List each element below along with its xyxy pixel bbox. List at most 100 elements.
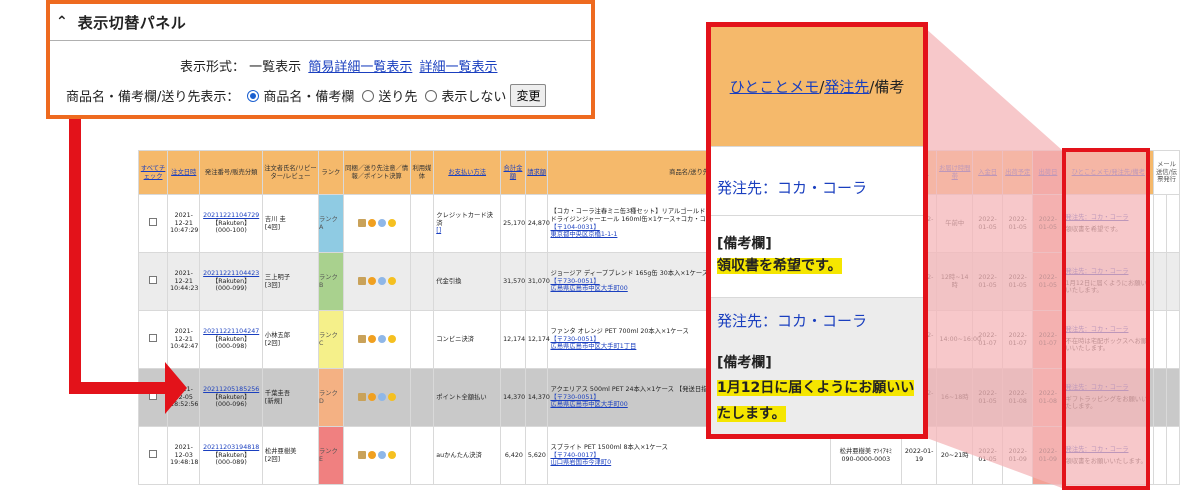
order-number-cell: 20211221104423 【Rakuten】 (000-099) [199,252,263,311]
order-number-link[interactable]: 20211221104729 [202,212,260,220]
info-icon[interactable] [377,335,386,344]
order-channel: 【Rakuten】 [211,335,251,343]
order-table: すべてチェック 注文日時 発注番号/販売分類 注文者氏名/リピーター/レビュー … [137,150,1180,488]
icons-cell [342,426,411,485]
customer-cell: 三上明子 [3回] [261,252,319,311]
table-row: 2021-12-03 19:48:18 20211203194818 【Raku… [137,426,1180,485]
delivery-header[interactable]: お届け時間帯 [936,150,973,195]
package-icon[interactable] [357,219,366,228]
warning-icon[interactable] [367,277,376,286]
option-hide[interactable]: 表示しない [441,86,506,105]
usage-cell [409,252,435,311]
ship-plan-date: 2022-01-08 [1002,368,1034,427]
option-product-note[interactable]: 商品名・備考欄 [263,86,354,105]
order-channel: 【Rakuten】 [211,451,251,459]
extra-info: 松井亜樹美 ﾏﾂｲｱｷﾐ 090-0000-0003 [839,447,893,463]
point-icon[interactable] [387,451,396,460]
zoom-header: ひとことメモ / 発注先/備考 [711,27,923,147]
order-count: [新規] [264,397,283,405]
order-count: [2回] [264,339,281,347]
icons-cell [342,194,411,253]
radio-product-note[interactable] [247,89,260,102]
format-row: 表示形式： 一覧表示 簡易詳細一覧表示 詳細一覧表示 [180,56,497,75]
row-checkbox[interactable] [149,276,158,285]
customer-cell: 小林五郎 [2回] [261,310,319,369]
total-header[interactable]: 合計金額 [500,150,526,195]
payment-method: ポイント全額払い [436,393,487,401]
table-header-row: すべてチェック 注文日時 発注番号/販売分類 注文者氏名/リピーター/レビュー … [137,150,1180,195]
payment-header[interactable]: お支払い方法 [433,150,502,195]
zoom-dest-2[interactable]: 発注先：コカ・コーラ [717,310,917,331]
info-icon[interactable] [377,451,386,460]
zoom-label-1: [備考欄] [717,236,772,252]
order-number-link[interactable]: 20211221104247 [202,328,260,336]
order-date-header[interactable]: 注文日時 [167,150,201,195]
arrival-date: 2022-01-05 [971,194,1004,253]
mail-cell [1153,194,1167,253]
arrival-header[interactable]: 入金日 [971,150,1004,195]
payment-cell: クレジットカード決済 [] [433,194,502,253]
order-number-link[interactable]: 20211205185256 [202,386,260,394]
customer-name: 松井亜樹美 [264,447,297,455]
package-icon[interactable] [357,451,366,460]
zoom-memo-link[interactable]: ひとことメモ [730,76,820,97]
billing-header[interactable]: 請求額 [524,150,549,195]
point-icon[interactable] [387,219,396,228]
ship-header[interactable]: 出荷日 [1032,150,1064,195]
package-icon[interactable] [357,393,366,402]
zoom-note-2: 1月12日に届くようにお願いいたします。 [717,380,915,422]
order-number-cell: 20211205185256 【Rakuten】 (000-096) [199,368,263,427]
customer-header: 注文者氏名/リピーター/レビュー [261,150,319,195]
change-button[interactable]: 変更 [510,84,547,107]
slip-cell [1165,252,1180,311]
customer-cell: 吉川 圭 [4回] [261,194,319,253]
total-amount: 25,170 [500,194,526,253]
row-checkbox[interactable] [149,334,158,343]
ship-date-final: 2022-01-09 [1032,426,1064,485]
order-date: 2021-12-21 10:42:47 [167,310,201,369]
ship-plan-header[interactable]: 出荷予定 [1002,150,1034,195]
table-row: 2021-12-21 10:42:47 20211221104247 【Raku… [137,310,1180,369]
detail-link[interactable]: 詳細一覧表示 [419,60,497,75]
order-count: [3回] [264,281,281,289]
usage-cell [409,194,435,253]
warning-icon[interactable] [367,335,376,344]
select-all-link[interactable]: すべてチェック [137,150,169,195]
zoom-note-1: 領収書を希望です。 [717,258,842,274]
info-icon[interactable] [377,393,386,402]
address: 山口県岩国市今津町0 [550,459,612,467]
row-checkbox-cell [137,368,169,427]
simple-detail-link[interactable]: 簡易詳細一覧表示 [308,60,412,75]
row-checkbox[interactable] [149,218,158,227]
info-icon[interactable] [377,277,386,286]
order-number-link[interactable]: 20211221104423 [202,270,260,278]
point-icon[interactable] [387,335,396,344]
order-code: (000-100) [215,227,247,235]
package-icon[interactable] [357,277,366,286]
warning-icon[interactable] [367,219,376,228]
rank-header: ランク [317,150,344,195]
customer-name: 小林五郎 [264,331,291,339]
rank-badge: ランク D [318,389,338,405]
point-icon[interactable] [387,277,396,286]
zoom-label-2: [備考欄] [717,355,772,371]
panel-header[interactable]: ⌃ 表示切替パネル [50,4,591,41]
row-checkbox[interactable] [149,392,158,401]
zoom-dest-1[interactable]: 発注先：コカ・コーラ [717,177,917,198]
warning-icon[interactable] [367,451,376,460]
package-icon[interactable] [357,335,366,344]
option-destination[interactable]: 送り先 [378,86,417,105]
info-icon[interactable] [377,219,386,228]
order-number-link[interactable]: 20211203194818 [202,444,260,452]
radio-hide[interactable] [425,89,438,102]
panel-title: 表示切替パネル [77,13,187,32]
row-checkbox[interactable] [149,450,158,459]
caret-up-icon[interactable]: ⌃ [56,14,68,30]
warning-icon[interactable] [367,393,376,402]
ship-date-final: 2022-01-05 [1032,252,1064,311]
product-name: スプライト PET 1500ml 8本入×1ケース [550,443,668,451]
radio-destination[interactable] [362,89,375,102]
zoom-dest-link[interactable]: 発注先 [824,76,869,97]
point-icon[interactable] [387,393,396,402]
order-no-header: 発注番号/販売分類 [199,150,263,195]
